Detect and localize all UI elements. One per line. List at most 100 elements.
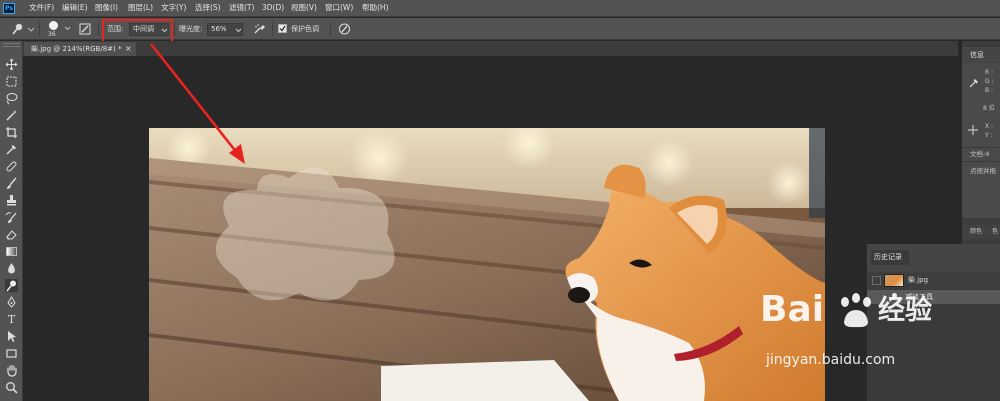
airbrush-button[interactable] bbox=[253, 23, 266, 35]
watermark-brand-latin: Bai bbox=[760, 289, 825, 330]
pressure-size-button[interactable] bbox=[338, 23, 351, 35]
history-snapshot-thumbnail bbox=[884, 274, 904, 287]
gradient-icon bbox=[6, 247, 17, 256]
tab-swatches[interactable]: 色 bbox=[992, 228, 998, 236]
tool-eyedropper[interactable] bbox=[5, 143, 18, 156]
eyedropper-icon bbox=[6, 145, 16, 155]
brush-settings-button[interactable] bbox=[79, 23, 91, 35]
menu-3d[interactable]: 3D(D) bbox=[262, 2, 284, 14]
tool-magic-wand[interactable] bbox=[5, 109, 18, 122]
type-icon: T bbox=[7, 313, 16, 326]
toolbar-grip[interactable] bbox=[3, 43, 20, 47]
brush-settings-icon bbox=[79, 23, 91, 35]
chevron-down-icon bbox=[235, 28, 242, 33]
info-x-label: X : bbox=[985, 123, 994, 130]
tool-preset-picker[interactable] bbox=[10, 22, 35, 36]
tool-healing-brush[interactable] bbox=[5, 160, 18, 173]
options-separator bbox=[174, 22, 175, 36]
options-separator bbox=[98, 22, 99, 36]
tool-type[interactable]: T bbox=[5, 313, 18, 326]
brush-picker[interactable]: 36 bbox=[45, 20, 73, 39]
tool-brush[interactable] bbox=[5, 177, 18, 190]
info-panel-body: R : G : B : 8 位 X : Y : 文档:4 点按并拖 bbox=[962, 63, 1000, 218]
pen-icon bbox=[7, 296, 16, 308]
menu-filter[interactable]: 滤镜(T) bbox=[229, 2, 254, 14]
tool-pen[interactable] bbox=[5, 296, 18, 309]
menu-image[interactable]: 图像(I) bbox=[95, 2, 118, 14]
annotation-arrow bbox=[149, 43, 245, 164]
tool-marquee[interactable] bbox=[5, 75, 18, 88]
info-g-label: G : bbox=[985, 78, 994, 85]
rect-marquee-icon bbox=[6, 76, 17, 87]
menu-file[interactable]: 文件(F) bbox=[29, 2, 54, 14]
dodge-icon bbox=[6, 280, 16, 292]
exposure-value: 56% bbox=[211, 25, 227, 33]
airbrush-icon bbox=[254, 24, 265, 34]
menu-layer[interactable]: 图层(L) bbox=[128, 2, 153, 14]
menu-help[interactable]: 帮助(H) bbox=[362, 2, 389, 14]
info-hint-text: 点按并拖 bbox=[970, 167, 996, 175]
brush-tip-icon bbox=[49, 21, 58, 30]
tool-history-brush[interactable] bbox=[5, 211, 18, 224]
magic-wand-icon bbox=[6, 110, 17, 121]
menu-type[interactable]: 文字(Y) bbox=[161, 2, 186, 14]
dodge-tool-icon bbox=[12, 23, 35, 35]
tool-dodge-active[interactable] bbox=[5, 279, 18, 292]
history-panel-tab[interactable]: 历史记录 bbox=[871, 250, 909, 265]
exposure-label: 曝光度: bbox=[179, 25, 203, 33]
document-tab[interactable]: 柴.jpg @ 214%(RGB/8#) * × bbox=[24, 42, 136, 56]
close-icon[interactable]: × bbox=[125, 42, 132, 56]
pressure-pen-icon bbox=[339, 23, 350, 35]
tools-panel: T bbox=[0, 41, 23, 401]
menu-select[interactable]: 选择(S) bbox=[195, 2, 221, 14]
tool-crop[interactable] bbox=[5, 126, 18, 139]
tool-path-selection[interactable] bbox=[5, 330, 18, 343]
info-panel-tab[interactable]: 信息 bbox=[962, 47, 1000, 63]
info-doc-size: 文档:4 bbox=[970, 150, 990, 158]
brush-size-value: 36 bbox=[48, 31, 56, 38]
protect-tones-label: 保护色调 bbox=[291, 25, 319, 33]
blur-drop-icon bbox=[8, 263, 15, 274]
tool-hand[interactable] bbox=[5, 364, 18, 377]
tool-move[interactable] bbox=[5, 58, 18, 71]
menu-window[interactable]: 窗口(W) bbox=[325, 2, 353, 14]
checkmark-icon bbox=[279, 25, 286, 32]
tool-blur[interactable] bbox=[5, 262, 18, 275]
info-b-label: B : bbox=[985, 87, 994, 94]
options-separator bbox=[272, 22, 273, 36]
tool-lasso[interactable] bbox=[5, 92, 18, 105]
menu-view[interactable]: 视图(V) bbox=[291, 2, 317, 14]
paw-icon bbox=[841, 293, 871, 328]
history-source-checkbox[interactable] bbox=[872, 276, 881, 285]
tool-eraser[interactable] bbox=[5, 228, 18, 241]
color-swatches-tabs: 颜色 色 bbox=[962, 225, 1000, 239]
tool-rectangle[interactable] bbox=[5, 347, 18, 360]
history-brush-icon bbox=[5, 212, 17, 223]
eraser-icon bbox=[6, 230, 17, 240]
chevron-down-icon bbox=[64, 26, 71, 31]
menu-bar: Ps 文件(F) 编辑(E) 图像(I) 图层(L) 文字(Y) 选择(S) 滤… bbox=[0, 0, 1000, 17]
options-separator bbox=[39, 22, 40, 36]
lasso-icon bbox=[6, 93, 18, 105]
tab-color[interactable]: 颜色 bbox=[970, 228, 982, 236]
tool-gradient[interactable] bbox=[5, 245, 18, 258]
crop-icon bbox=[6, 127, 17, 138]
zoom-icon bbox=[6, 382, 18, 394]
exposure-input[interactable]: 56% bbox=[207, 23, 243, 36]
rectangle-shape-icon bbox=[6, 349, 17, 358]
protect-tones-checkbox[interactable] bbox=[278, 24, 287, 33]
document-tab-title: 柴.jpg @ 214%(RGB/8#) * bbox=[31, 45, 122, 53]
info-y-label: Y : bbox=[985, 132, 993, 139]
tool-zoom[interactable] bbox=[5, 381, 18, 394]
move-icon bbox=[5, 58, 18, 71]
bandage-icon bbox=[6, 161, 17, 172]
info-bit-depth: 8 位 bbox=[983, 105, 995, 112]
tool-clone-stamp[interactable] bbox=[5, 194, 18, 207]
info-divider bbox=[962, 147, 1000, 148]
menu-edit[interactable]: 编辑(E) bbox=[62, 2, 88, 14]
info-r-label: R : bbox=[985, 69, 994, 76]
info-divider bbox=[962, 161, 1000, 162]
history-snapshot-row[interactable]: 柴.jpg bbox=[867, 272, 1000, 289]
brush-icon bbox=[7, 177, 17, 189]
history-snapshot-label: 柴.jpg bbox=[908, 276, 929, 284]
